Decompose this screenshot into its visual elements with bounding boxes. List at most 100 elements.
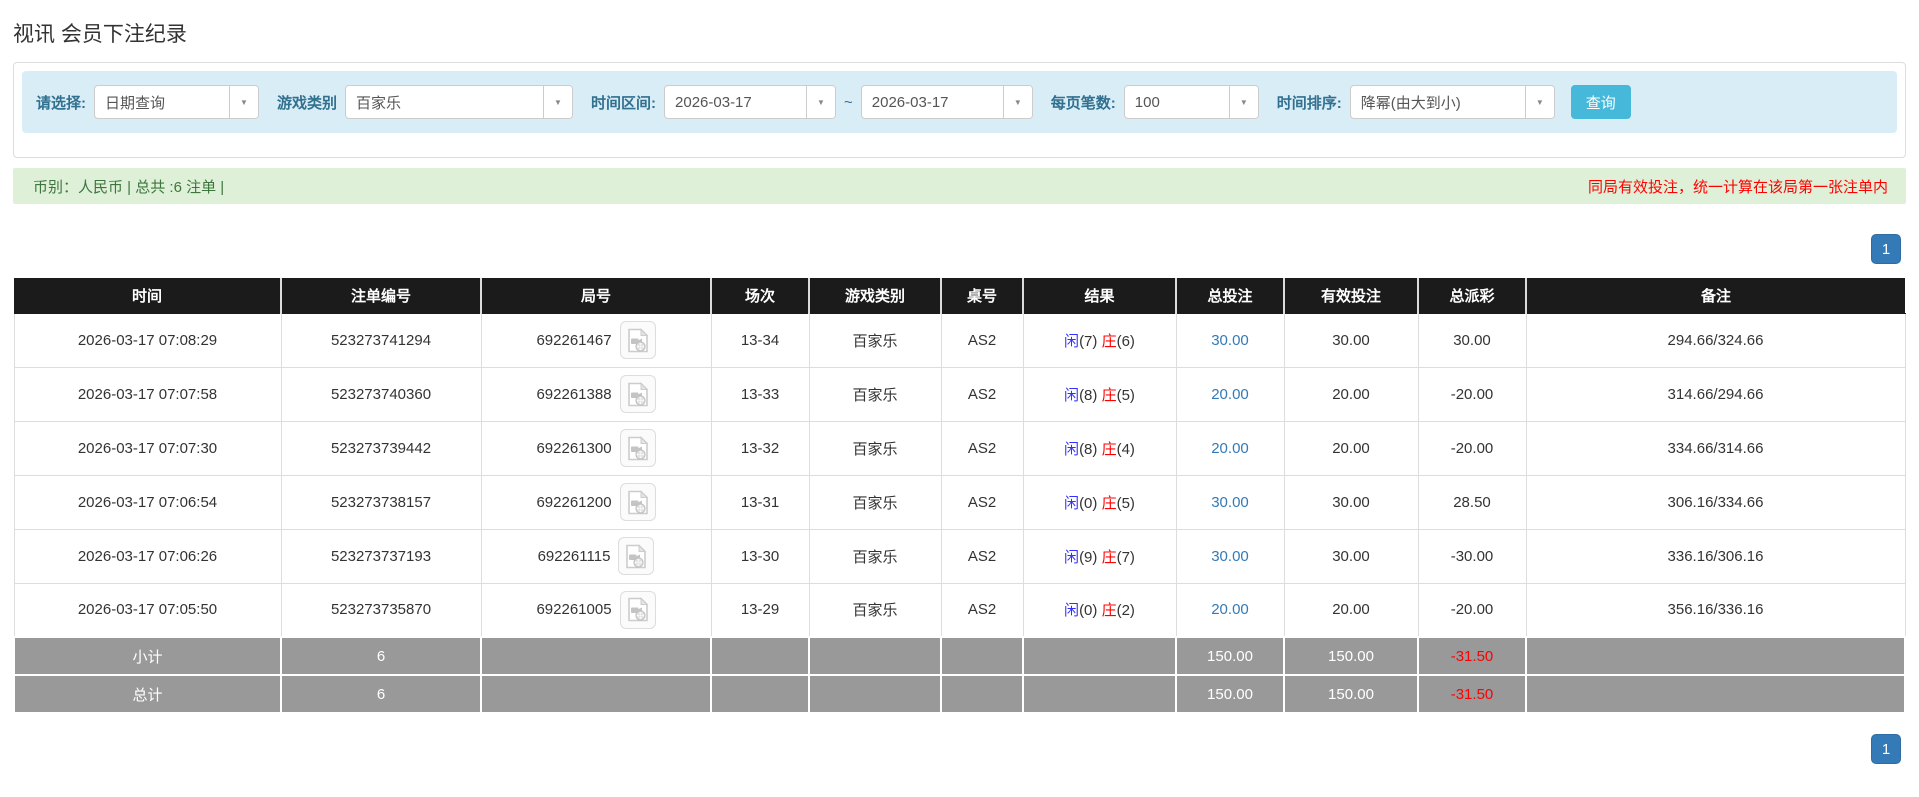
empty-cell bbox=[1022, 636, 1177, 676]
time-sort-value: 降幂(由大到小) bbox=[1360, 94, 1461, 112]
per-page-label: 每页笔数: bbox=[1050, 94, 1116, 112]
player-score: (8) bbox=[1079, 440, 1098, 458]
total-bet-link[interactable]: 30.00 bbox=[1211, 494, 1249, 511]
player-label: 闲 bbox=[1064, 332, 1080, 350]
empty-cell bbox=[480, 636, 712, 676]
search-button[interactable]: 查询 bbox=[1570, 85, 1631, 119]
cell-game: 百家乐 bbox=[808, 528, 942, 584]
total-count: 6 bbox=[280, 674, 482, 714]
col-note: 备注 bbox=[1526, 278, 1905, 314]
video-replay-button[interactable] bbox=[618, 537, 655, 575]
round-number: 692261005 bbox=[536, 601, 612, 619]
cell-valid-bet: 20.00 bbox=[1283, 582, 1419, 638]
cell-valid-bet: 30.00 bbox=[1283, 528, 1419, 584]
cell-session: 13-31 bbox=[710, 474, 810, 530]
same-round-notice: 同局有效投注，统一计算在该局第一张注单内 bbox=[1587, 178, 1888, 196]
page-1-button[interactable]: 1 bbox=[1871, 234, 1901, 264]
banker-label: 庄 bbox=[1101, 332, 1117, 350]
query-type-select[interactable]: 日期查询 ▼ bbox=[94, 85, 259, 119]
chevron-down-icon[interactable]: ▼ bbox=[806, 86, 836, 118]
video-replay-button[interactable] bbox=[619, 483, 656, 521]
subtotal-row: 小计 6 150.00 150.00 -31.50 bbox=[13, 636, 1906, 676]
total-label: 总计 bbox=[13, 674, 282, 714]
round-number: 692261200 bbox=[536, 493, 612, 511]
cell-session: 13-30 bbox=[710, 528, 810, 584]
banker-score: (5) bbox=[1116, 494, 1135, 512]
banker-score: (5) bbox=[1116, 386, 1135, 404]
total-row: 总计 6 150.00 150.00 -31.50 bbox=[13, 674, 1906, 714]
cell-total-bet: 20.00 bbox=[1175, 582, 1285, 638]
chevron-down-icon[interactable]: ▼ bbox=[229, 86, 258, 118]
cell-result: 闲(8) 庄(5) bbox=[1022, 366, 1177, 422]
cell-bet-id: 523273737193 bbox=[280, 528, 482, 584]
player-label: 闲 bbox=[1064, 602, 1080, 620]
range-separator: ~ bbox=[844, 93, 853, 111]
total-bet-link[interactable]: 20.00 bbox=[1211, 386, 1249, 403]
table-row: 2026-03-17 07:07:30 523273739442 6922613… bbox=[13, 420, 1906, 476]
time-sort-label: 时间排序: bbox=[1276, 94, 1342, 112]
cell-round: 692261115 bbox=[480, 528, 712, 584]
empty-cell bbox=[710, 636, 810, 676]
cell-time: 2026-03-17 07:05:50 bbox=[13, 582, 282, 638]
cell-valid-bet: 20.00 bbox=[1283, 420, 1419, 476]
game-type-label: 游戏类别 bbox=[277, 94, 338, 112]
time-sort-select[interactable]: 降幂(由大到小) ▼ bbox=[1349, 85, 1555, 119]
banker-score: (2) bbox=[1116, 602, 1135, 620]
col-payout: 总派彩 bbox=[1418, 278, 1527, 314]
cell-table: AS2 bbox=[940, 420, 1024, 476]
cell-table: AS2 bbox=[940, 366, 1024, 422]
banker-label: 庄 bbox=[1101, 494, 1117, 512]
date-to-value: 2026-03-17 bbox=[871, 93, 949, 111]
total-bet-link[interactable]: 20.00 bbox=[1211, 440, 1249, 457]
col-result: 结果 bbox=[1023, 278, 1177, 314]
total-bet-link[interactable]: 30.00 bbox=[1211, 332, 1249, 349]
player-score: (7) bbox=[1079, 332, 1098, 350]
empty-cell bbox=[480, 674, 712, 714]
video-file-icon bbox=[626, 543, 647, 568]
date-from-select[interactable]: 2026-03-17 ▼ bbox=[664, 85, 837, 119]
chevron-down-icon[interactable]: ▼ bbox=[1524, 86, 1554, 118]
banker-score: (4) bbox=[1116, 440, 1135, 458]
total-bet-link[interactable]: 20.00 bbox=[1211, 601, 1249, 618]
cell-session: 13-33 bbox=[710, 366, 810, 422]
page-root: 视讯 会员下注纪录 请选择: 日期查询 ▼ 游戏类别 百家乐 ▼ 时间区间: 2… bbox=[0, 0, 1919, 764]
cell-note: 336.16/306.16 bbox=[1525, 528, 1906, 584]
cell-total-bet: 30.00 bbox=[1175, 312, 1285, 368]
cell-time: 2026-03-17 07:06:54 bbox=[13, 474, 282, 530]
empty-cell bbox=[808, 636, 942, 676]
video-replay-button[interactable] bbox=[619, 590, 656, 629]
player-label: 闲 bbox=[1064, 548, 1080, 566]
col-total-bet: 总投注 bbox=[1176, 278, 1285, 314]
chevron-down-icon[interactable]: ▼ bbox=[1228, 86, 1258, 118]
col-table: 桌号 bbox=[941, 278, 1024, 314]
cell-result: 闲(7) 庄(6) bbox=[1022, 312, 1177, 368]
game-type-select[interactable]: 百家乐 ▼ bbox=[345, 85, 574, 119]
video-file-icon bbox=[627, 597, 648, 622]
currency-total-text: 币别：人民币 | 总共 :6 注单 | bbox=[33, 178, 225, 196]
cell-bet-id: 523273741294 bbox=[280, 312, 482, 368]
empty-cell bbox=[808, 674, 942, 714]
video-replay-button[interactable] bbox=[619, 429, 656, 467]
col-valid-bet: 有效投注 bbox=[1284, 278, 1419, 314]
summary-bar: 币别：人民币 | 总共 :6 注单 | 同局有效投注，统一计算在该局第一张注单内 bbox=[13, 168, 1906, 204]
cell-total-bet: 20.00 bbox=[1175, 366, 1285, 422]
table-row: 2026-03-17 07:07:58 523273740360 6922613… bbox=[13, 366, 1906, 422]
video-replay-button[interactable] bbox=[619, 375, 656, 413]
cell-payout: 30.00 bbox=[1417, 312, 1527, 368]
chevron-down-icon[interactable]: ▼ bbox=[543, 86, 573, 118]
per-page-select[interactable]: 100 ▼ bbox=[1123, 85, 1259, 119]
cell-session: 13-32 bbox=[710, 420, 810, 476]
round-number: 692261300 bbox=[536, 439, 612, 457]
video-replay-button[interactable] bbox=[619, 321, 656, 359]
cell-valid-bet: 30.00 bbox=[1283, 474, 1419, 530]
filter-panel: 请选择: 日期查询 ▼ 游戏类别 百家乐 ▼ 时间区间: 2026-03-17 … bbox=[13, 62, 1906, 158]
date-to-select[interactable]: 2026-03-17 ▼ bbox=[860, 85, 1033, 119]
cell-round: 692261200 bbox=[480, 474, 712, 530]
page-1-button[interactable]: 1 bbox=[1871, 734, 1901, 764]
page-title: 视讯 会员下注纪录 bbox=[13, 23, 187, 46]
total-bet-link[interactable]: 30.00 bbox=[1211, 548, 1249, 565]
chevron-down-icon[interactable]: ▼ bbox=[1002, 86, 1032, 118]
cell-total-bet: 30.00 bbox=[1175, 528, 1285, 584]
round-number: 692261467 bbox=[536, 331, 612, 349]
player-label: 闲 bbox=[1064, 494, 1080, 512]
